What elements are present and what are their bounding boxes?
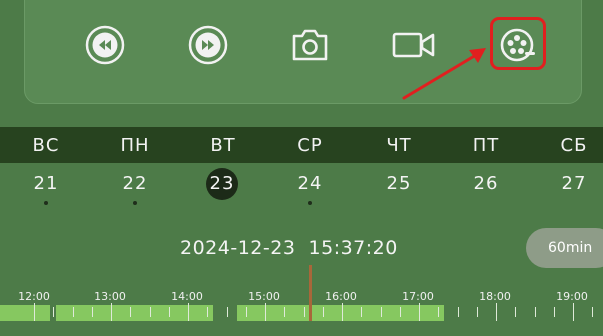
minor-tick	[207, 307, 208, 317]
minor-tick	[130, 307, 131, 317]
date-cell-22[interactable]: 22	[110, 173, 160, 194]
date-cell-26[interactable]: 26	[461, 173, 511, 194]
minor-tick	[400, 307, 401, 317]
minor-tick	[458, 307, 459, 317]
time-label: 19:00	[556, 290, 588, 303]
minor-tick	[515, 307, 516, 317]
minor-tick	[53, 307, 54, 317]
major-tick	[265, 303, 266, 321]
time-label: 13:00	[94, 290, 126, 303]
minor-tick	[381, 307, 382, 317]
minor-tick	[284, 307, 285, 317]
time-label: 12:00	[18, 290, 50, 303]
timeline-zoom-button[interactable]: 60min	[526, 228, 603, 268]
time-label: 14:00	[171, 290, 203, 303]
weekday-thursday: ЧТ	[386, 135, 412, 156]
major-tick	[419, 303, 420, 321]
weekday-wednesday: СР	[297, 135, 323, 156]
playback-date: 2024-12-23	[180, 237, 296, 259]
minor-tick	[535, 307, 536, 317]
minor-tick	[92, 307, 93, 317]
pointer-arrow	[402, 48, 486, 100]
time-label: 18:00	[479, 290, 511, 303]
minor-tick	[438, 307, 439, 317]
timeline-cursor[interactable]	[309, 265, 312, 321]
major-tick	[342, 303, 343, 321]
record-dot	[44, 201, 48, 205]
minor-tick	[227, 307, 228, 317]
minor-tick	[73, 307, 74, 317]
playback-datetime: 2024-12-23 15:37:20	[180, 237, 398, 259]
major-tick	[573, 303, 574, 321]
minor-tick	[554, 307, 555, 317]
time-label: 16:00	[325, 290, 357, 303]
minor-tick	[592, 307, 593, 317]
major-tick	[111, 303, 112, 321]
weekday-friday: ПТ	[472, 135, 500, 156]
record-dot	[133, 201, 137, 205]
date-cell-25[interactable]: 25	[374, 173, 424, 194]
weekday-monday: ПН	[120, 135, 150, 156]
playback-time: 15:37:20	[308, 237, 398, 259]
minor-tick	[477, 307, 478, 317]
minor-tick	[246, 307, 247, 317]
date-cell-27[interactable]: 27	[549, 173, 599, 194]
date-cell-23[interactable]: 23	[197, 173, 247, 194]
time-label: 17:00	[402, 290, 434, 303]
recording-segment	[56, 305, 213, 321]
time-label: 15:00	[248, 290, 280, 303]
major-tick	[496, 303, 497, 321]
recording-segment	[237, 305, 444, 321]
major-tick	[188, 303, 189, 321]
date-cell-21[interactable]: 21	[21, 173, 71, 194]
recording-segment	[0, 305, 50, 321]
major-tick	[34, 303, 35, 321]
minor-tick	[323, 307, 324, 317]
minor-tick	[304, 307, 305, 317]
minor-tick	[361, 307, 362, 317]
minor-tick	[169, 307, 170, 317]
record-dot	[308, 201, 312, 205]
minor-tick	[150, 307, 151, 317]
weekday-sunday: ВС	[32, 135, 60, 156]
weekday-tuesday: ВТ	[210, 135, 236, 156]
weekday-saturday: СБ	[560, 135, 588, 156]
date-cell-24[interactable]: 24	[285, 173, 335, 194]
